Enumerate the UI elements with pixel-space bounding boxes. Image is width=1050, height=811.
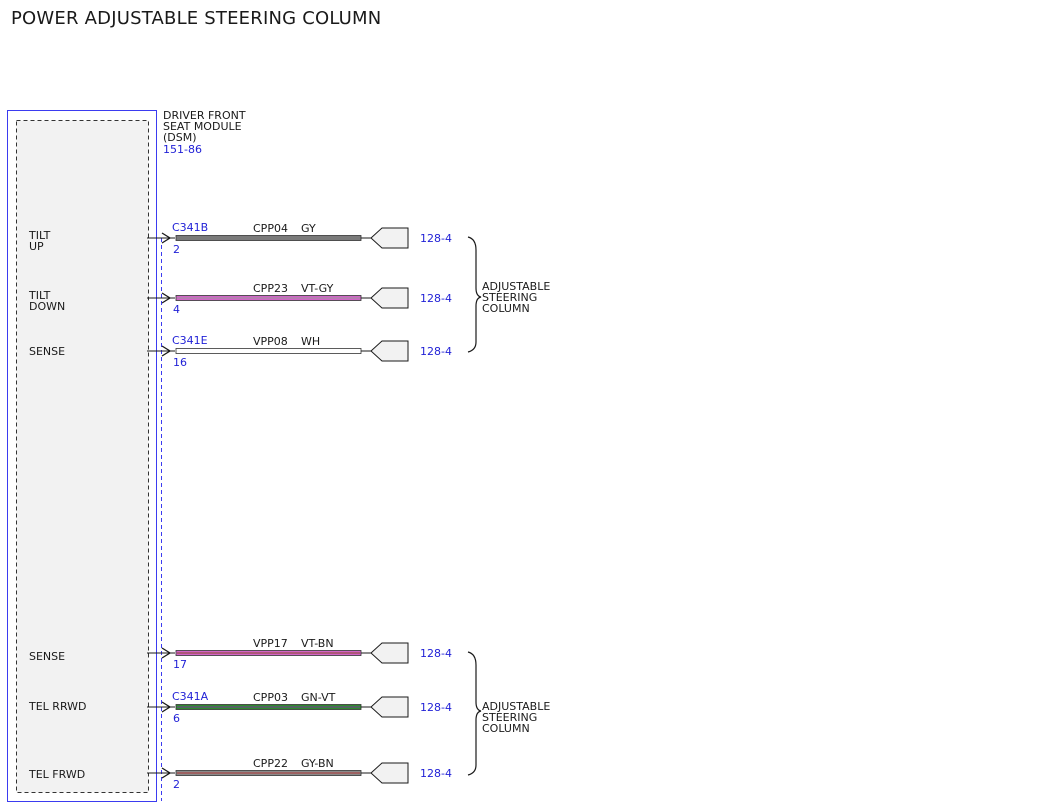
- pin-label: TEL RRWD: [28, 700, 86, 713]
- circuit-id: CPP04: [253, 222, 288, 235]
- wire-color-code: GY-BN: [301, 757, 334, 770]
- circuit-id: CPP22: [253, 757, 288, 770]
- pin-number: 16: [173, 356, 187, 369]
- page-ref: 128-4: [420, 767, 452, 780]
- connector-id: C341A: [172, 690, 209, 703]
- wiring-diagram: DRIVER FRONT SEAT MODULE (DSM) 151-86 TI…: [7, 109, 550, 802]
- circuit-id: VPP17: [253, 637, 288, 650]
- pin-label: DOWN: [29, 300, 65, 313]
- page-ref: 128-4: [420, 232, 452, 245]
- terminal-icon: [370, 762, 409, 784]
- group-brace-1: [467, 236, 482, 353]
- terminal-icon: [370, 227, 409, 249]
- wire-color-code: GY: [301, 222, 316, 235]
- circuit-id: CPP23: [253, 282, 288, 295]
- page-ref: 128-4: [420, 292, 452, 305]
- terminal-icon: [370, 696, 409, 718]
- terminal-icon: [370, 287, 409, 309]
- pin-number: 2: [173, 778, 180, 791]
- group-1-label-line-3: COLUMN: [482, 302, 530, 315]
- wire-color-code: WH: [301, 335, 320, 348]
- pin-label: SENSE: [29, 650, 65, 663]
- pin-number: 2: [173, 243, 180, 256]
- pin-number: 17: [173, 658, 187, 671]
- group-brace-2: [467, 651, 482, 776]
- pin-label: SENSE: [29, 345, 65, 358]
- wire-color-code: VT-GY: [301, 282, 334, 295]
- group-2-label-line-3: COLUMN: [482, 722, 530, 735]
- wire-color-code: GN-VT: [301, 691, 336, 704]
- pin-label: UP: [29, 240, 44, 253]
- page-ref: 128-4: [420, 647, 452, 660]
- page-ref: 128-4: [420, 701, 452, 714]
- wire-color-code: VT-BN: [301, 637, 334, 650]
- pin-label: TEL FRWD: [28, 768, 85, 781]
- circuit-id: VPP08: [253, 335, 288, 348]
- terminal-icon: [370, 642, 409, 664]
- terminal-icon: [370, 340, 409, 362]
- pin-number: 6: [173, 712, 180, 725]
- page-ref: 128-4: [420, 345, 452, 358]
- module-ref: 151-86: [163, 143, 202, 156]
- circuit-id: CPP03: [253, 691, 288, 704]
- connector-id: C341B: [172, 221, 208, 234]
- module-body: [16, 120, 149, 793]
- connector-id: C341E: [172, 334, 208, 347]
- pin-number: 4: [173, 303, 180, 316]
